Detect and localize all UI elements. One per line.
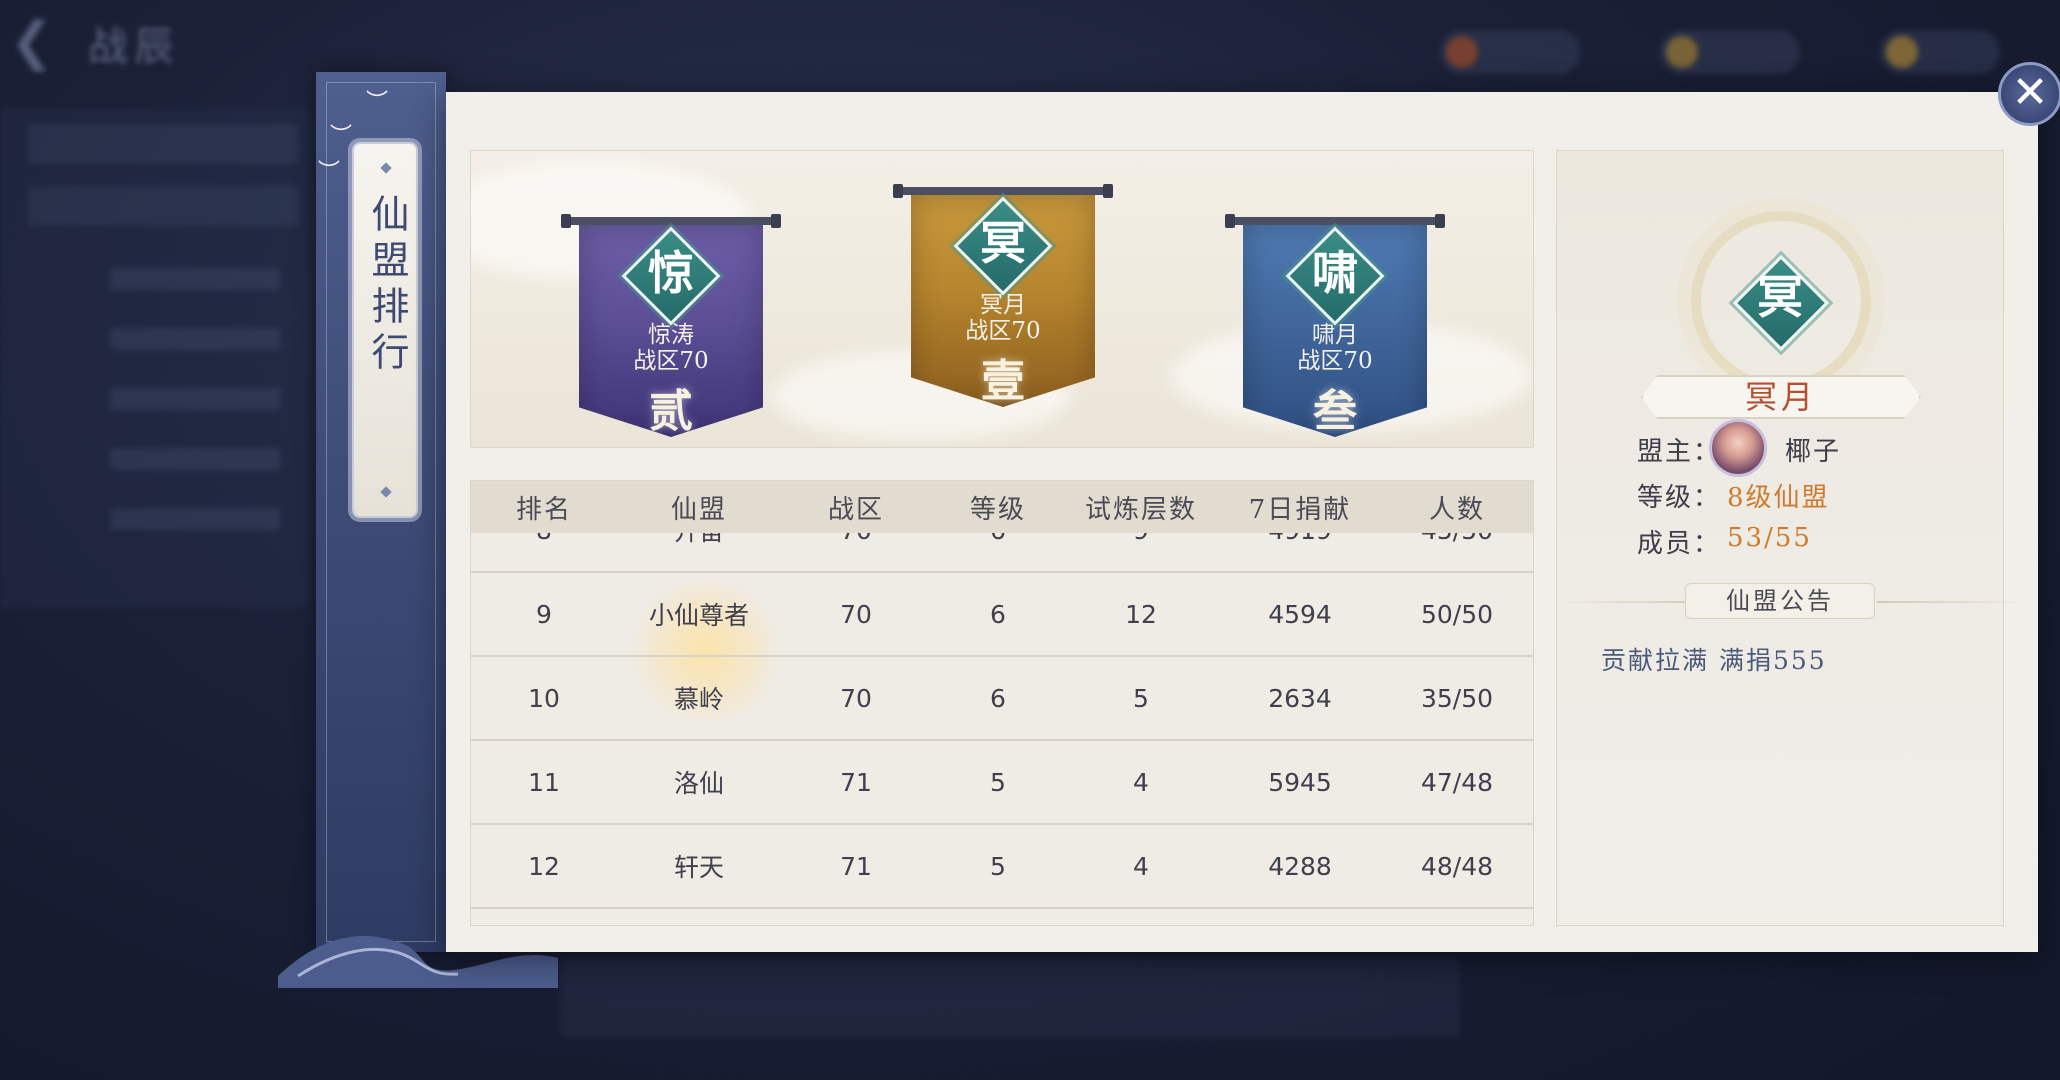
side-banner-title: 仙盟排行	[365, 194, 409, 378]
trial-cell: 12	[1125, 599, 1157, 629]
notice-text: 贡献拉满 满捐555	[1601, 646, 1827, 675]
level-value: 8级仙盟	[1727, 483, 1830, 513]
podium-banner-first[interactable]: 冥 冥月 战区70 壹	[893, 184, 1113, 407]
members-cell: 48/48	[1420, 851, 1494, 881]
donation-cell: 2634	[1268, 683, 1332, 713]
members-value: 53/55	[1727, 523, 1812, 553]
background-hint-text	[560, 958, 1460, 1038]
table-row[interactable]: 12 轩天 71 5 4 4288 48/48	[471, 825, 1533, 909]
resource-pill	[1660, 30, 1800, 74]
level-cell: 6	[990, 683, 1006, 713]
guild-cell: 慕岭	[673, 685, 724, 714]
background-sub-item	[110, 508, 280, 530]
divider-line	[1877, 601, 2027, 603]
background-list-item	[28, 186, 298, 226]
bird-icon: ︶	[318, 160, 341, 185]
guild-cell: 小仙尊者	[648, 601, 749, 630]
bird-icon: ︶	[330, 124, 353, 149]
bird-icon: ︶	[366, 90, 389, 115]
guild-detail-panel: 冥 冥月 盟主： 椰子 等级： 8级仙盟 成员： 53/55 仙盟公告 贡献拉满…	[1556, 150, 2027, 926]
members-cell: 35/50	[1420, 683, 1494, 713]
podium-emblem-char: 啸	[1312, 246, 1358, 300]
podium-rank-char: 贰	[649, 386, 693, 437]
background-sub-item	[110, 268, 280, 290]
rank-cell: 10	[528, 683, 560, 713]
diamond-ornament-icon	[380, 162, 392, 174]
zone-cell: 70	[840, 683, 872, 713]
column-header: 人数	[1428, 494, 1485, 525]
rank-cell: 11	[528, 767, 560, 797]
zone-cell: 70	[840, 599, 872, 629]
leader-name: 椰子	[1785, 437, 1842, 467]
podium-guild-name: 冥月	[980, 292, 1026, 318]
members-cell: 50/50	[1420, 599, 1494, 629]
podium-guild-zone: 战区70	[1297, 348, 1373, 374]
background-left-panel	[0, 108, 310, 608]
table-row[interactable]: 11 洛仙 71 5 4 5945 47/48	[471, 741, 1533, 825]
zone-cell: 71	[840, 767, 872, 797]
level-cell: 5	[990, 851, 1006, 881]
level-label: 等级：	[1637, 483, 1722, 513]
side-title-box: 仙盟排行	[352, 142, 418, 518]
notice-title: 仙盟公告	[1685, 583, 1875, 619]
donation-cell: 5945	[1268, 767, 1332, 797]
donation-cell: 4288	[1268, 851, 1332, 881]
table-header: 排名 仙盟 战区 等级 试炼层数 7日捐献 人数	[471, 481, 1533, 533]
guild-name: 冥月	[1744, 378, 1817, 416]
podium-banner-second[interactable]: 惊 惊涛 战区70 贰	[561, 214, 781, 437]
rank-cell: 12	[528, 851, 560, 881]
guild-cell: 轩天	[673, 853, 724, 882]
diamond-ornament-icon	[380, 486, 392, 498]
level-cell: 6	[990, 599, 1006, 629]
podium-guild-name: 惊涛	[648, 322, 694, 348]
ranking-table[interactable]: 排名 仙盟 战区 等级 试炼层数 7日捐献 人数 8 开宙 70 6 9 491…	[470, 480, 1534, 926]
column-header: 排名	[515, 494, 572, 525]
leader-avatar[interactable]	[1709, 419, 1767, 477]
column-header: 7日捐献	[1248, 494, 1352, 525]
podium-banner-third[interactable]: 啸 啸月 战区70 叁	[1225, 214, 1445, 437]
background-sub-item	[110, 388, 280, 410]
side-banner: 仙盟排行	[316, 72, 446, 952]
banner-rod	[1225, 214, 1445, 228]
table-body[interactable]: 8 开宙 70 6 9 4919 45/50 9 小仙尊者 70 6 12 45…	[471, 516, 1533, 925]
trial-cell: 5	[1133, 683, 1149, 713]
members-cell: 47/48	[1420, 767, 1494, 797]
members-label: 成员：	[1637, 529, 1722, 559]
banner-rod	[561, 214, 781, 228]
background-title: 战辰	[88, 24, 180, 70]
trial-cell: 4	[1133, 851, 1149, 881]
detail-emblem-char: 冥	[1757, 270, 1803, 324]
guild-cell: 洛仙	[673, 769, 724, 798]
donation-cell: 4594	[1268, 599, 1332, 629]
background-sub-item	[110, 448, 280, 470]
podium-emblem-char: 冥	[980, 216, 1026, 270]
rank-cell: 9	[536, 599, 552, 629]
close-icon[interactable]: ✕	[1998, 62, 2060, 126]
podium-guild-zone: 战区70	[965, 318, 1041, 344]
podium-rank-char: 壹	[981, 356, 1025, 407]
table-row[interactable]: 9 小仙尊者 70 6 12 4594 50/50	[471, 573, 1533, 657]
banner-rod	[893, 184, 1113, 198]
podium-guild-name: 啸月	[1312, 322, 1358, 348]
level-cell: 5	[990, 767, 1006, 797]
column-header: 仙盟	[670, 494, 727, 525]
back-arrow-icon[interactable]: ❮	[10, 14, 80, 70]
podium-rank-char: 叁	[1313, 386, 1357, 437]
podium-guild-zone: 战区70	[633, 348, 709, 374]
resource-pill	[1440, 30, 1580, 74]
podium-emblem-char: 惊	[648, 246, 694, 300]
trial-cell: 4	[1133, 767, 1149, 797]
resource-pill	[1880, 30, 2000, 74]
column-header: 战区	[827, 494, 884, 525]
column-header: 试炼层数	[1084, 494, 1197, 525]
podium-panel: 惊 惊涛 战区70 贰 冥 冥月 战区70 壹 啸 啸月 战区70 叁	[470, 150, 1534, 448]
background-list-item	[28, 124, 298, 164]
table-row[interactable]: 10 慕岭 70 6 5 2634 35/50	[471, 657, 1533, 741]
background-sub-item	[110, 328, 280, 350]
column-header: 等级	[969, 494, 1026, 525]
zone-cell: 71	[840, 851, 872, 881]
